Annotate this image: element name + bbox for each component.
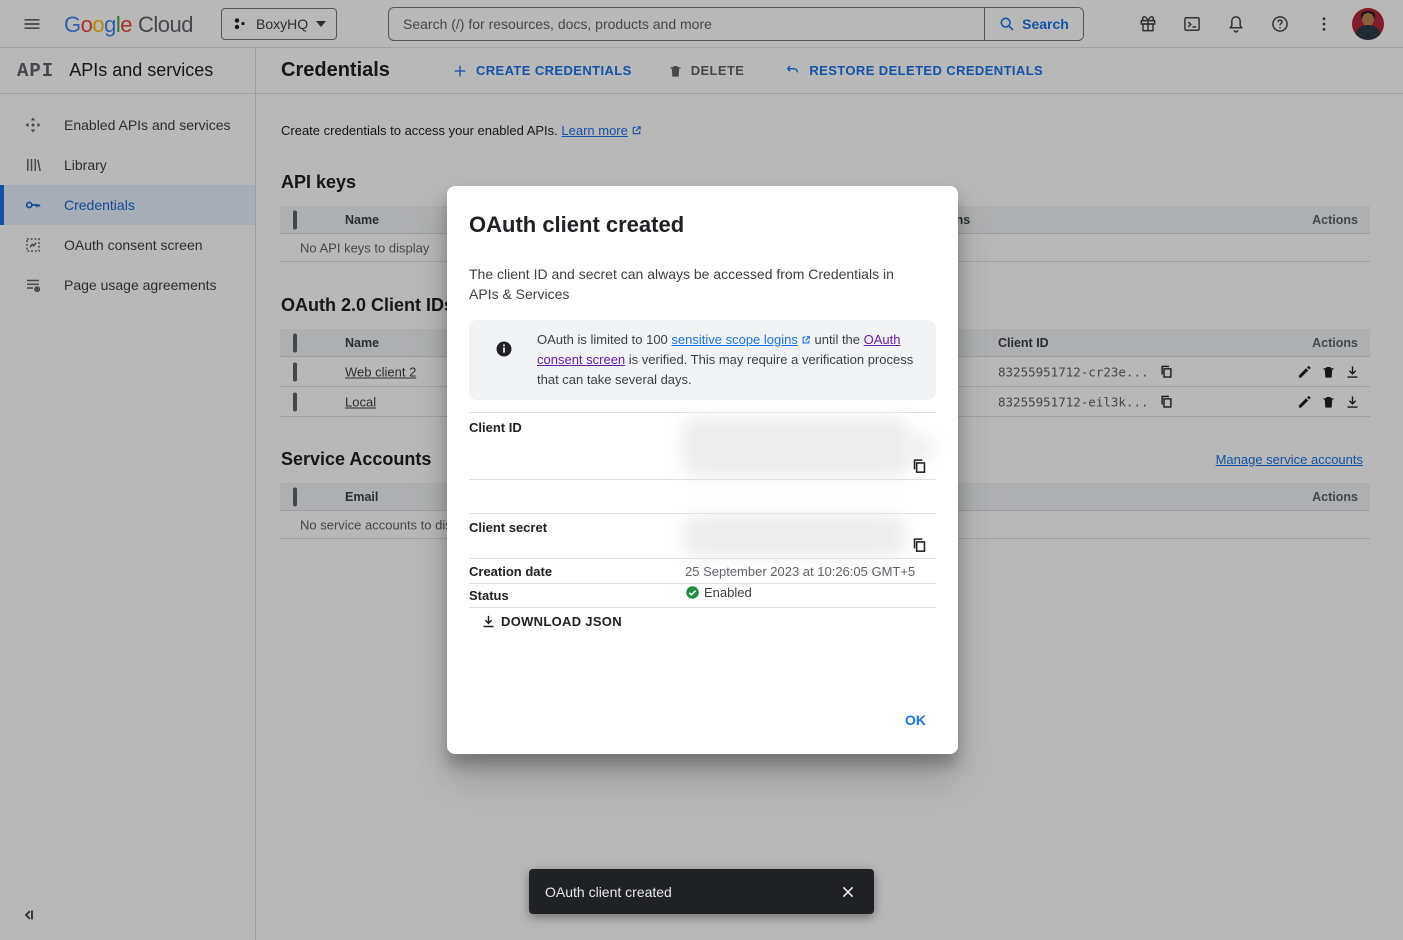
notice-pre: OAuth is limited to 100 <box>537 332 671 347</box>
creation-date-label: Creation date <box>469 564 552 579</box>
status-label: Status <box>469 588 509 603</box>
copy-client-secret-icon[interactable] <box>911 537 928 554</box>
divider <box>469 583 936 584</box>
close-icon[interactable] <box>830 874 866 910</box>
verification-notice: OAuth is limited to 100 sensitive scope … <box>469 320 936 400</box>
redacted-client-secret <box>683 516 905 556</box>
check-circle-icon <box>685 585 700 600</box>
sensitive-scope-logins-link[interactable]: sensitive scope logins <box>671 332 797 347</box>
copy-client-id-icon[interactable] <box>911 458 928 475</box>
client-secret-label: Client secret <box>469 520 547 535</box>
download-json-label: DOWNLOAD JSON <box>501 614 622 629</box>
dialog-title: OAuth client created <box>469 212 684 238</box>
oauth-client-created-dialog: OAuth client created The client ID and s… <box>447 186 958 754</box>
external-link-icon <box>801 335 811 345</box>
divider <box>469 412 936 413</box>
snackbar-message: OAuth client created <box>545 884 830 900</box>
download-json-button[interactable]: DOWNLOAD JSON <box>481 614 622 629</box>
status-value: Enabled <box>704 585 752 600</box>
divider <box>469 558 936 559</box>
ok-button[interactable]: OK <box>897 706 934 734</box>
notice-text: OAuth is limited to 100 sensitive scope … <box>537 330 915 390</box>
client-id-label: Client ID <box>469 420 522 435</box>
dialog-subtitle: The client ID and secret can always be a… <box>469 264 921 304</box>
divider <box>469 479 936 480</box>
status-value-row: Enabled <box>685 585 752 600</box>
redacted-client-id <box>683 418 908 476</box>
redacted-client-id <box>903 438 935 458</box>
snackbar: OAuth client created <box>529 869 874 914</box>
notice-mid: until the <box>811 332 864 347</box>
info-icon <box>495 340 513 358</box>
creation-date-value: 25 September 2023 at 10:26:05 GMT+5 <box>685 564 915 579</box>
download-icon <box>481 614 496 629</box>
divider <box>469 513 936 514</box>
divider <box>469 607 936 608</box>
